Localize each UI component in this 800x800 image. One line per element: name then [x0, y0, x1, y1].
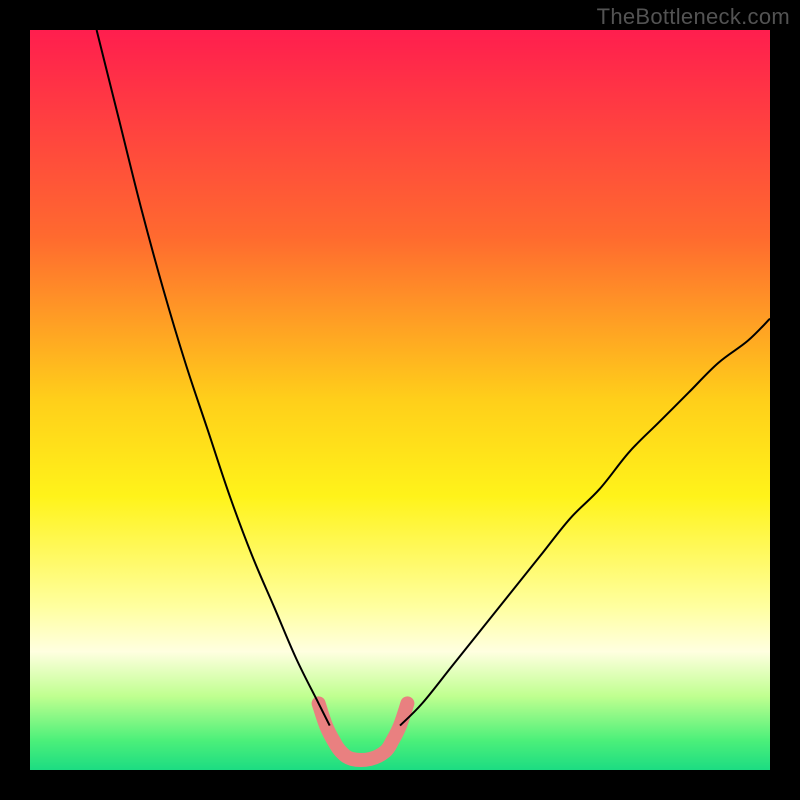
chart-frame: TheBottleneck.com: [0, 0, 800, 800]
watermark-text: TheBottleneck.com: [597, 4, 790, 30]
curve-layer: [30, 30, 770, 770]
series-right-limb: [400, 319, 770, 726]
series-bottom-bridge-pink: [319, 703, 408, 759]
series-left-limb: [97, 30, 330, 726]
plot-area: [30, 30, 770, 770]
